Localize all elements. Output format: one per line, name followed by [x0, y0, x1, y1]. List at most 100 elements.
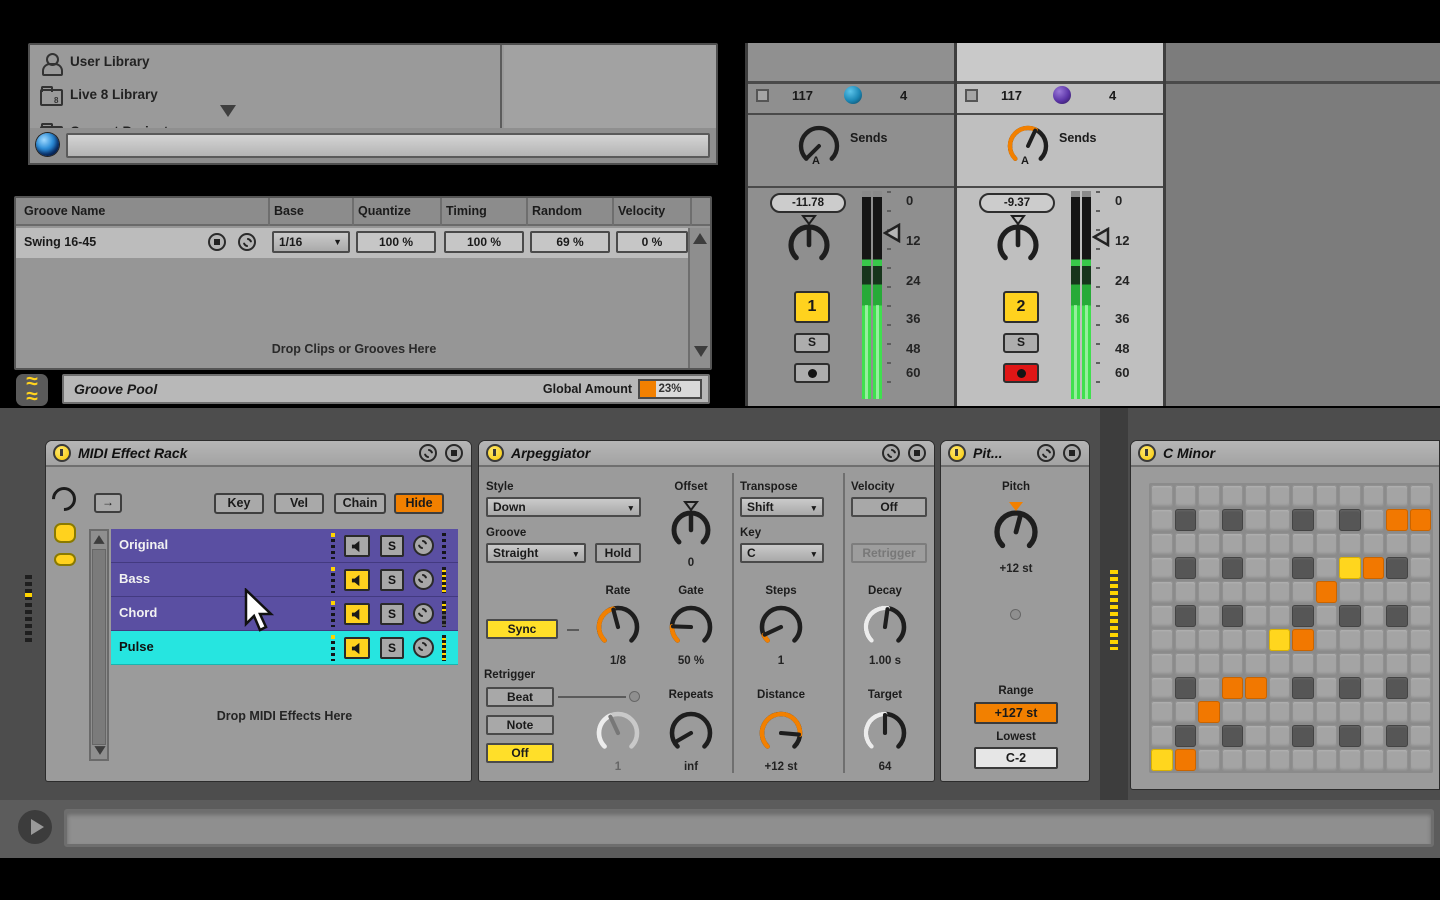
device-title-bar[interactable]: Pit... — [941, 441, 1089, 467]
scale-cell[interactable] — [1174, 749, 1196, 771]
range-value-box[interactable]: +127 st — [974, 702, 1058, 724]
scale-cell[interactable] — [1245, 581, 1267, 603]
scale-cell[interactable] — [1151, 533, 1173, 555]
clip-stop-button[interactable] — [965, 89, 978, 102]
scale-cell[interactable] — [1292, 629, 1314, 651]
scale-cell[interactable] — [1339, 701, 1361, 723]
scale-cell[interactable] — [1268, 725, 1290, 747]
scale-cell[interactable] — [1198, 509, 1220, 531]
browser-item-live8-library[interactable]: 8 Live 8 Library — [30, 80, 500, 113]
scale-cell[interactable] — [1268, 605, 1290, 627]
hotswap-icon[interactable] — [882, 444, 900, 462]
scale-cell[interactable] — [1174, 701, 1196, 723]
velocity-mode-box[interactable]: Off — [851, 497, 927, 517]
scale-cell[interactable] — [1292, 749, 1314, 771]
device-power-icon[interactable] — [948, 444, 966, 462]
scale-cell[interactable] — [1268, 581, 1290, 603]
commit-groove-icon[interactable] — [208, 233, 226, 251]
scale-cell[interactable] — [1362, 557, 1384, 579]
scale-cell[interactable] — [1409, 581, 1431, 603]
chain-list-toggle-icon[interactable] — [54, 523, 76, 543]
device-title-bar[interactable]: Arpeggiator — [479, 441, 934, 467]
scale-cell[interactable] — [1151, 509, 1173, 531]
arm-button[interactable] — [1003, 363, 1039, 383]
scale-cell[interactable] — [1409, 509, 1431, 531]
scale-cell[interactable] — [1409, 701, 1431, 723]
play-button[interactable] — [18, 810, 52, 844]
offset-knob[interactable] — [665, 501, 717, 553]
scale-cell[interactable] — [1292, 509, 1314, 531]
chain-speaker-button[interactable] — [344, 535, 370, 557]
scale-cell[interactable] — [1386, 653, 1408, 675]
scale-cell[interactable] — [1245, 509, 1267, 531]
volume-value[interactable]: -9.37 — [979, 193, 1055, 213]
scale-cell[interactable] — [1362, 725, 1384, 747]
scale-cell[interactable] — [1198, 653, 1220, 675]
scale-cell[interactable] — [1245, 725, 1267, 747]
scale-cell[interactable] — [1221, 485, 1243, 507]
scale-cell[interactable] — [1339, 653, 1361, 675]
scale-cell[interactable] — [1409, 725, 1431, 747]
scale-cell[interactable] — [1362, 749, 1384, 771]
scale-cell[interactable] — [1339, 629, 1361, 651]
scale-cell[interactable] — [1268, 749, 1290, 771]
scale-cell[interactable] — [1315, 749, 1337, 771]
scale-cell[interactable] — [1174, 581, 1196, 603]
scale-cell[interactable] — [1386, 701, 1408, 723]
scale-cell[interactable] — [1221, 509, 1243, 531]
scale-cell[interactable] — [1362, 701, 1384, 723]
time-signature[interactable]: 4 — [1109, 88, 1116, 103]
scale-cell[interactable] — [1386, 749, 1408, 771]
solo-button[interactable]: S — [1003, 333, 1039, 353]
scale-cell[interactable] — [1339, 533, 1361, 555]
scale-cell[interactable] — [1245, 653, 1267, 675]
track-activator-button[interactable]: 1 — [794, 291, 830, 323]
chain-hotswap-button[interactable] — [413, 535, 434, 556]
scale-cell[interactable] — [1339, 605, 1361, 627]
distance-knob[interactable] — [757, 709, 805, 757]
device-title-bar[interactable]: C Minor — [1131, 441, 1439, 467]
chain-hotswap-button[interactable] — [413, 637, 434, 658]
scale-cell[interactable] — [1174, 725, 1196, 747]
scale-cell[interactable] — [1198, 557, 1220, 579]
scale-cell[interactable] — [1292, 533, 1314, 555]
globe-search-icon[interactable] — [36, 133, 59, 156]
scale-cell[interactable] — [1245, 677, 1267, 699]
tempo-value[interactable]: 117 — [792, 88, 813, 103]
base-dropdown[interactable]: ▼ 1/16 — [272, 231, 350, 253]
scale-cell[interactable] — [1386, 509, 1408, 531]
scale-cell[interactable] — [1268, 629, 1290, 651]
hold-button[interactable]: Hold — [595, 543, 641, 563]
groove-drop-zone[interactable]: Drop Clips or Grooves Here — [16, 342, 692, 356]
scale-cell[interactable] — [1221, 653, 1243, 675]
scale-cell[interactable] — [1268, 677, 1290, 699]
chain-row-pulse[interactable]: Pulse S — [111, 631, 458, 665]
volume-fader-handle[interactable] — [883, 223, 901, 243]
scale-cell[interactable] — [1174, 653, 1196, 675]
scale-cell[interactable] — [1409, 629, 1431, 651]
scale-cell[interactable] — [1151, 629, 1173, 651]
note-button[interactable]: Note — [486, 715, 554, 735]
hotswap-groove-icon[interactable] — [238, 233, 256, 251]
scale-cell[interactable] — [1245, 701, 1267, 723]
repeats-knob[interactable] — [667, 709, 715, 757]
chain-solo-button[interactable]: S — [380, 535, 404, 557]
chain-hotswap-button[interactable] — [413, 603, 434, 624]
arm-button[interactable] — [794, 363, 830, 383]
scale-cell[interactable] — [1151, 677, 1173, 699]
pan-knob[interactable] — [991, 215, 1045, 269]
target-knob[interactable] — [861, 709, 909, 757]
scale-cell[interactable] — [1151, 701, 1173, 723]
midi-to-icon[interactable]: → — [94, 493, 122, 513]
scale-cell[interactable] — [1221, 677, 1243, 699]
time-signature[interactable]: 4 — [900, 88, 907, 103]
scale-cell[interactable] — [1362, 677, 1384, 699]
scale-cell[interactable] — [1198, 485, 1220, 507]
groove-row[interactable]: Swing 16-45 ▼ 1/16 100 % 100 % 69 % 0 % — [16, 228, 690, 258]
scale-cell[interactable] — [1174, 509, 1196, 531]
volume-fader-handle[interactable] — [1092, 227, 1110, 247]
chain-hotswap-button[interactable] — [413, 569, 434, 590]
scale-cell[interactable] — [1292, 653, 1314, 675]
scale-cell[interactable] — [1315, 677, 1337, 699]
timing-value[interactable]: 100 % — [444, 231, 524, 253]
